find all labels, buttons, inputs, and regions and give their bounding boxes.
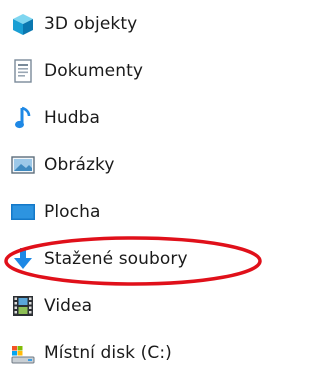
nav-item-downloads[interactable]: Stažené soubory [0,237,265,281]
nav-item-label: Dokumenty [44,61,144,81]
nav-item-label: Obrázky [44,155,115,175]
nav-item-local-disk[interactable]: Místní disk (C:) [0,331,265,375]
documents-icon [10,58,36,84]
navigation-pane: 3D objekty Dokumenty Hudba Obrázky Ploch… [0,0,265,374]
nav-item-label: Videa [44,296,93,316]
nav-item-label: 3D objekty [44,14,138,34]
desktop-icon [10,199,36,225]
nav-item-desktop[interactable]: Plocha [0,190,265,234]
music-icon [10,105,36,131]
nav-item-label: Místní disk (C:) [44,343,172,363]
nav-item-label: Plocha [44,202,101,222]
pictures-icon [10,152,36,178]
nav-item-3d-objects[interactable]: 3D objekty [0,2,265,46]
nav-item-music[interactable]: Hudba [0,96,265,140]
downloads-icon [10,246,36,272]
3d-objects-icon [10,11,36,37]
nav-item-label: Stažené soubory [44,249,188,269]
nav-item-documents[interactable]: Dokumenty [0,49,265,93]
nav-item-videos[interactable]: Videa [0,284,265,328]
nav-item-label: Hudba [44,108,101,128]
nav-item-pictures[interactable]: Obrázky [0,143,265,187]
videos-icon [10,293,36,319]
local-disk-icon [10,340,36,366]
